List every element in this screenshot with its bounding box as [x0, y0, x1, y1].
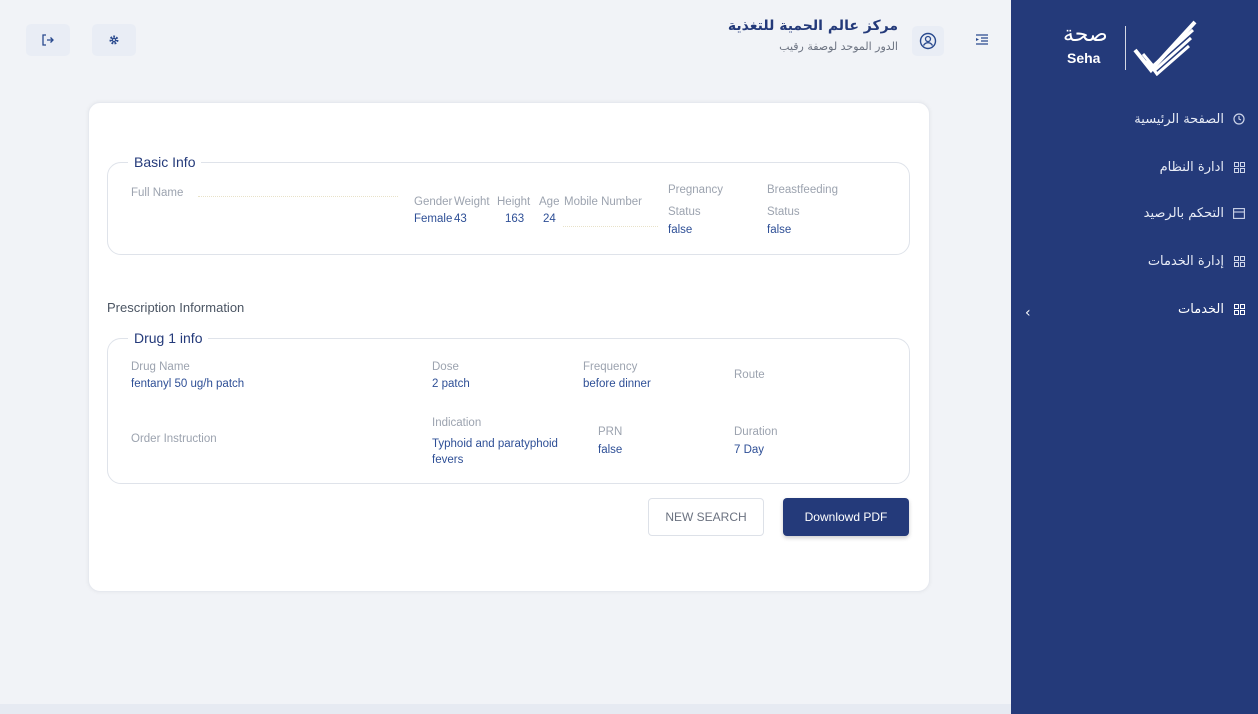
- gear-icon: [109, 35, 119, 45]
- menu-indent-icon: [976, 34, 988, 45]
- sidebar-item-balance-control[interactable]: التحكم بالرصيد: [1144, 202, 1246, 224]
- age-label: Age: [539, 196, 560, 208]
- indication-value: Typhoid and paratyphoid: [432, 438, 558, 450]
- weight-label: Weight: [454, 196, 490, 208]
- breastfeeding-status-value: false: [767, 224, 792, 236]
- logo-english-text: Seha: [1067, 50, 1101, 66]
- pregnancy-label: Pregnancy: [668, 184, 723, 196]
- age-value: 24: [543, 213, 556, 225]
- gender-label: Gender: [414, 196, 453, 208]
- wallet-icon: [1232, 206, 1246, 220]
- breastfeeding-label: Breastfeeding: [767, 184, 838, 196]
- full-name-underline: [198, 196, 398, 197]
- height-value: 163: [505, 213, 525, 225]
- clock-icon: [1232, 112, 1246, 126]
- sidebar-item-label: إدارة الخدمات: [1147, 253, 1224, 269]
- duration-value: 7 Day: [734, 444, 765, 456]
- dose-label: Dose: [432, 361, 459, 373]
- prn-label: PRN: [598, 426, 623, 438]
- basic-info-legend: Basic Info: [128, 154, 202, 170]
- sidebar-item-label: الصفحة الرئيسية: [1134, 111, 1224, 127]
- mobile-number-label: Mobile Number: [564, 196, 642, 208]
- order-instruction-label: Order Instruction: [131, 433, 217, 445]
- logout-icon: [42, 34, 54, 46]
- top-header: مركز عالم الحمية للتغذية الدور الموحد لو…: [0, 0, 1011, 86]
- organization-title: مركز عالم الحمية للتغذية: [727, 18, 898, 34]
- sidebar-item-label: ادارة النظام: [1159, 159, 1224, 175]
- drug-info-legend: Drug 1 info: [128, 330, 209, 346]
- prn-value: false: [598, 444, 623, 456]
- duration-label: Duration: [734, 426, 778, 438]
- new-search-button[interactable]: NEW SEARCH: [648, 498, 764, 536]
- logo-arabic-text: صحة: [1063, 22, 1108, 47]
- bottom-strip: [0, 704, 1011, 714]
- organization-subtitle: الدور الموحد لوصفة رقيب: [779, 40, 898, 53]
- indication-label: Indication: [432, 417, 482, 429]
- logout-button[interactable]: [26, 24, 70, 56]
- breastfeeding-status-label: Status: [767, 206, 800, 218]
- gender-value: Female: [414, 213, 453, 225]
- drug-name-label: Drug Name: [131, 361, 190, 373]
- route-label: Route: [734, 369, 765, 381]
- grid-icon: [1232, 254, 1246, 268]
- menu-toggle-button[interactable]: [972, 30, 992, 50]
- sidebar-item-label: الخدمات: [1178, 301, 1224, 317]
- sidebar-item-label: التحكم بالرصيد: [1143, 205, 1224, 221]
- frequency-label: Frequency: [583, 361, 638, 373]
- height-label: Height: [497, 196, 531, 208]
- pregnancy-status-value: false: [668, 224, 693, 236]
- sidebar-item-services-management[interactable]: إدارة الخدمات: [1148, 250, 1246, 272]
- dose-value: 2 patch: [432, 378, 470, 390]
- user-avatar-button[interactable]: [912, 26, 944, 56]
- seha-logo: صحة Seha: [1063, 20, 1203, 76]
- full-name-label: Full Name: [131, 187, 184, 199]
- chevron-left-icon[interactable]: ‹: [1025, 305, 1031, 321]
- mobile-number-underline: [563, 226, 658, 227]
- weight-value: 43: [454, 213, 467, 225]
- frequency-value: before dinner: [583, 378, 651, 390]
- sidebar-item-system-management[interactable]: ادارة النظام: [1160, 156, 1246, 178]
- settings-button[interactable]: [92, 24, 136, 56]
- sidebar-item-home[interactable]: الصفحة الرئيسية: [1134, 108, 1246, 130]
- prescription-section-title: Prescription Information: [107, 300, 245, 315]
- pregnancy-status-label: Status: [668, 206, 701, 218]
- sidebar-item-services[interactable]: الخدمات: [1178, 298, 1246, 320]
- grid-icon: [1232, 160, 1246, 174]
- drug-name-value: fentanyl 50 ug/h patch: [131, 378, 245, 390]
- logo-divider: [1125, 26, 1126, 70]
- checkmark-logo-icon: [1133, 20, 1197, 76]
- indication-value-line2: fevers: [432, 454, 464, 466]
- grid-icon: [1232, 302, 1246, 316]
- user-circle-icon: [919, 32, 937, 50]
- download-pdf-button[interactable]: Downlowd PDF: [783, 498, 909, 536]
- drug-info-fieldset: [107, 338, 910, 484]
